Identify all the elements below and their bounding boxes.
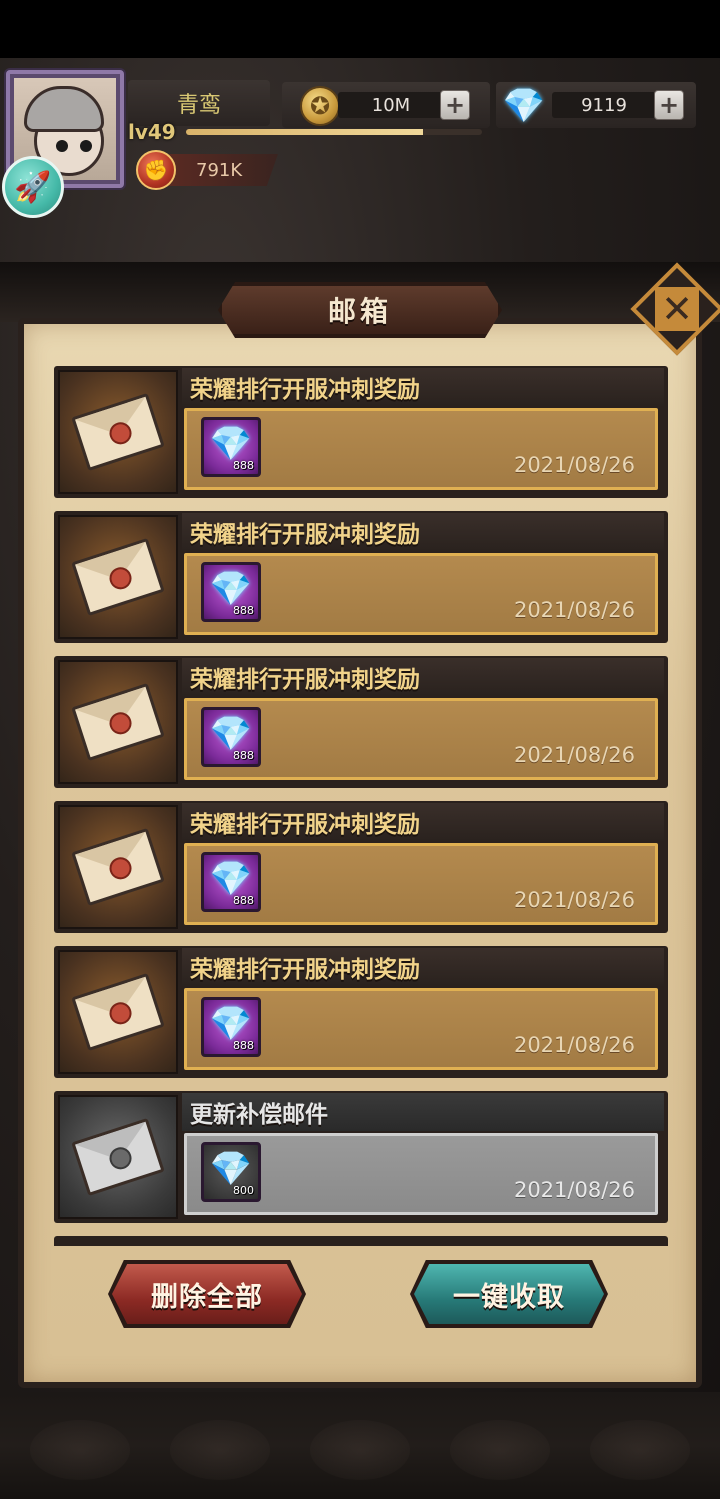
envelope-icon — [71, 393, 165, 471]
mail-title: 荣耀排行开服冲刺奖励 — [190, 522, 420, 548]
wax-seal — [106, 854, 135, 883]
mail-body: 💎 888 2021/08/26 — [184, 843, 658, 925]
mail-title-bar: 荣耀排行开服冲刺奖励 — [182, 658, 664, 696]
mail-item[interactable]: 荣耀排行开服冲刺奖励 💎 888 2021/08/26 — [54, 946, 668, 1078]
reward-quantity: 888 — [233, 1039, 254, 1052]
reward-quantity: 888 — [233, 894, 254, 907]
gem-icon: 💎 — [209, 1149, 253, 1189]
mail-icon-frame — [58, 1095, 178, 1219]
mail-title-bar: 荣耀排行开服冲刺奖励 — [182, 948, 664, 986]
mail-icon-frame — [58, 950, 178, 1074]
mail-item[interactable]: 更新补偿邮件 💎 800 2021/08/26 — [54, 1091, 668, 1223]
reward-item[interactable]: 💎 888 — [201, 997, 261, 1057]
mail-date: 2021/08/26 — [513, 888, 635, 912]
envelope-icon — [71, 538, 165, 616]
mail-title-bar: 更新补偿邮件 — [182, 1093, 664, 1131]
mail-date: 2021/08/26 — [513, 743, 635, 767]
nav-slot-ghost — [590, 1420, 690, 1480]
mail-icon-frame — [58, 805, 178, 929]
reward-quantity: 800 — [233, 1184, 254, 1197]
mail-item[interactable]: 荣耀排行开服冲刺奖励 💎 888 2021/08/26 — [54, 801, 668, 933]
gem-icon: 💎 — [209, 714, 253, 754]
envelope-icon — [71, 683, 165, 761]
envelope-icon — [71, 1118, 165, 1196]
envelope-icon — [71, 828, 165, 906]
mail-date: 2021/08/26 — [513, 1033, 635, 1057]
mail-title: 荣耀排行开服冲刺奖励 — [190, 667, 420, 693]
gem-icon: 💎 — [209, 569, 253, 609]
add-coins-button[interactable]: + — [440, 90, 470, 120]
add-gems-button[interactable]: + — [654, 90, 684, 120]
wax-seal — [106, 1144, 135, 1173]
mail-title: 荣耀排行开服冲刺奖励 — [190, 812, 420, 838]
coin-counter: ✪ 10M + — [282, 82, 490, 128]
mail-title: 更新补偿邮件 — [190, 1102, 328, 1128]
exp-bar — [186, 129, 482, 135]
mail-body: 💎 888 2021/08/26 — [184, 408, 658, 490]
rocket-icon[interactable]: 🚀 — [2, 156, 64, 218]
nav-slot-ghost — [310, 1420, 410, 1480]
mail-item[interactable]: 荣耀排行开服冲刺奖励 💎 888 2021/08/26 — [54, 366, 668, 498]
mail-date: 2021/08/26 — [513, 1178, 635, 1202]
combat-power: 791K — [166, 154, 278, 186]
avatar-helmet — [24, 86, 104, 132]
reward-quantity: 888 — [233, 459, 254, 472]
mail-title-bar: 荣耀排行开服冲刺奖励 — [182, 513, 664, 551]
player-level: lv49 — [128, 120, 176, 144]
mail-date: 2021/08/26 — [513, 453, 635, 477]
reward-quantity: 888 — [233, 604, 254, 617]
mail-body: 💎 888 2021/08/26 — [184, 553, 658, 635]
wax-seal — [106, 419, 135, 448]
mail-list-next-item-peek — [54, 1236, 668, 1246]
panel-title-plate: 邮箱 — [218, 282, 502, 338]
reward-quantity: 888 — [233, 749, 254, 762]
gem-icon: 💎 — [209, 424, 253, 464]
wax-seal — [106, 564, 135, 593]
reward-item[interactable]: 💎 888 — [201, 417, 261, 477]
wax-seal — [106, 999, 135, 1028]
gem-value: 9119 — [552, 92, 656, 118]
gem-counter: 💎 9119 + — [496, 82, 696, 128]
exp-bar-fill — [186, 129, 423, 135]
mail-title: 荣耀排行开服冲刺奖励 — [190, 377, 420, 403]
page-title: 邮箱 — [327, 295, 392, 328]
reward-item[interactable]: 💎 888 — [201, 562, 261, 622]
gem-icon: 💎 — [502, 86, 546, 126]
mail-title-bar: 荣耀排行开服冲刺奖励 — [182, 803, 664, 841]
mail-item[interactable]: 荣耀排行开服冲刺奖励 💎 888 2021/08/26 — [54, 656, 668, 788]
mail-body: 💎 888 2021/08/26 — [184, 988, 658, 1070]
nav-slot-ghost — [170, 1420, 270, 1480]
envelope-icon — [71, 973, 165, 1051]
mail-body: 💎 888 2021/08/26 — [184, 698, 658, 780]
wax-seal — [106, 709, 135, 738]
mail-title-bar: 荣耀排行开服冲刺奖励 — [182, 368, 664, 406]
mail-icon-frame — [58, 515, 178, 639]
mail-title: 荣耀排行开服冲刺奖励 — [190, 957, 420, 983]
mail-body: 💎 800 2021/08/26 — [184, 1133, 658, 1215]
coin-icon: ✪ — [300, 86, 340, 126]
mail-item[interactable]: 荣耀排行开服冲刺奖励 💎 888 2021/08/26 — [54, 511, 668, 643]
reward-item[interactable]: 💎 888 — [201, 852, 261, 912]
mail-icon-frame — [58, 660, 178, 784]
mail-date: 2021/08/26 — [513, 598, 635, 622]
nav-slot-ghost — [30, 1420, 130, 1480]
reward-item[interactable]: 💎 888 — [201, 707, 261, 767]
gem-icon: 💎 — [209, 1004, 253, 1044]
close-icon: ✕ — [655, 287, 699, 331]
gem-icon: 💎 — [209, 859, 253, 899]
delete-all-button[interactable]: 删除全部 — [112, 1264, 302, 1324]
coin-value: 10M — [338, 92, 444, 118]
nav-slot-ghost — [450, 1420, 550, 1480]
mail-icon-frame — [58, 370, 178, 494]
collect-all-button[interactable]: 一键收取 — [414, 1264, 604, 1324]
status-bar-area — [0, 0, 720, 58]
fist-icon: ✊ — [136, 150, 176, 190]
reward-item[interactable]: 💎 800 — [201, 1142, 261, 1202]
